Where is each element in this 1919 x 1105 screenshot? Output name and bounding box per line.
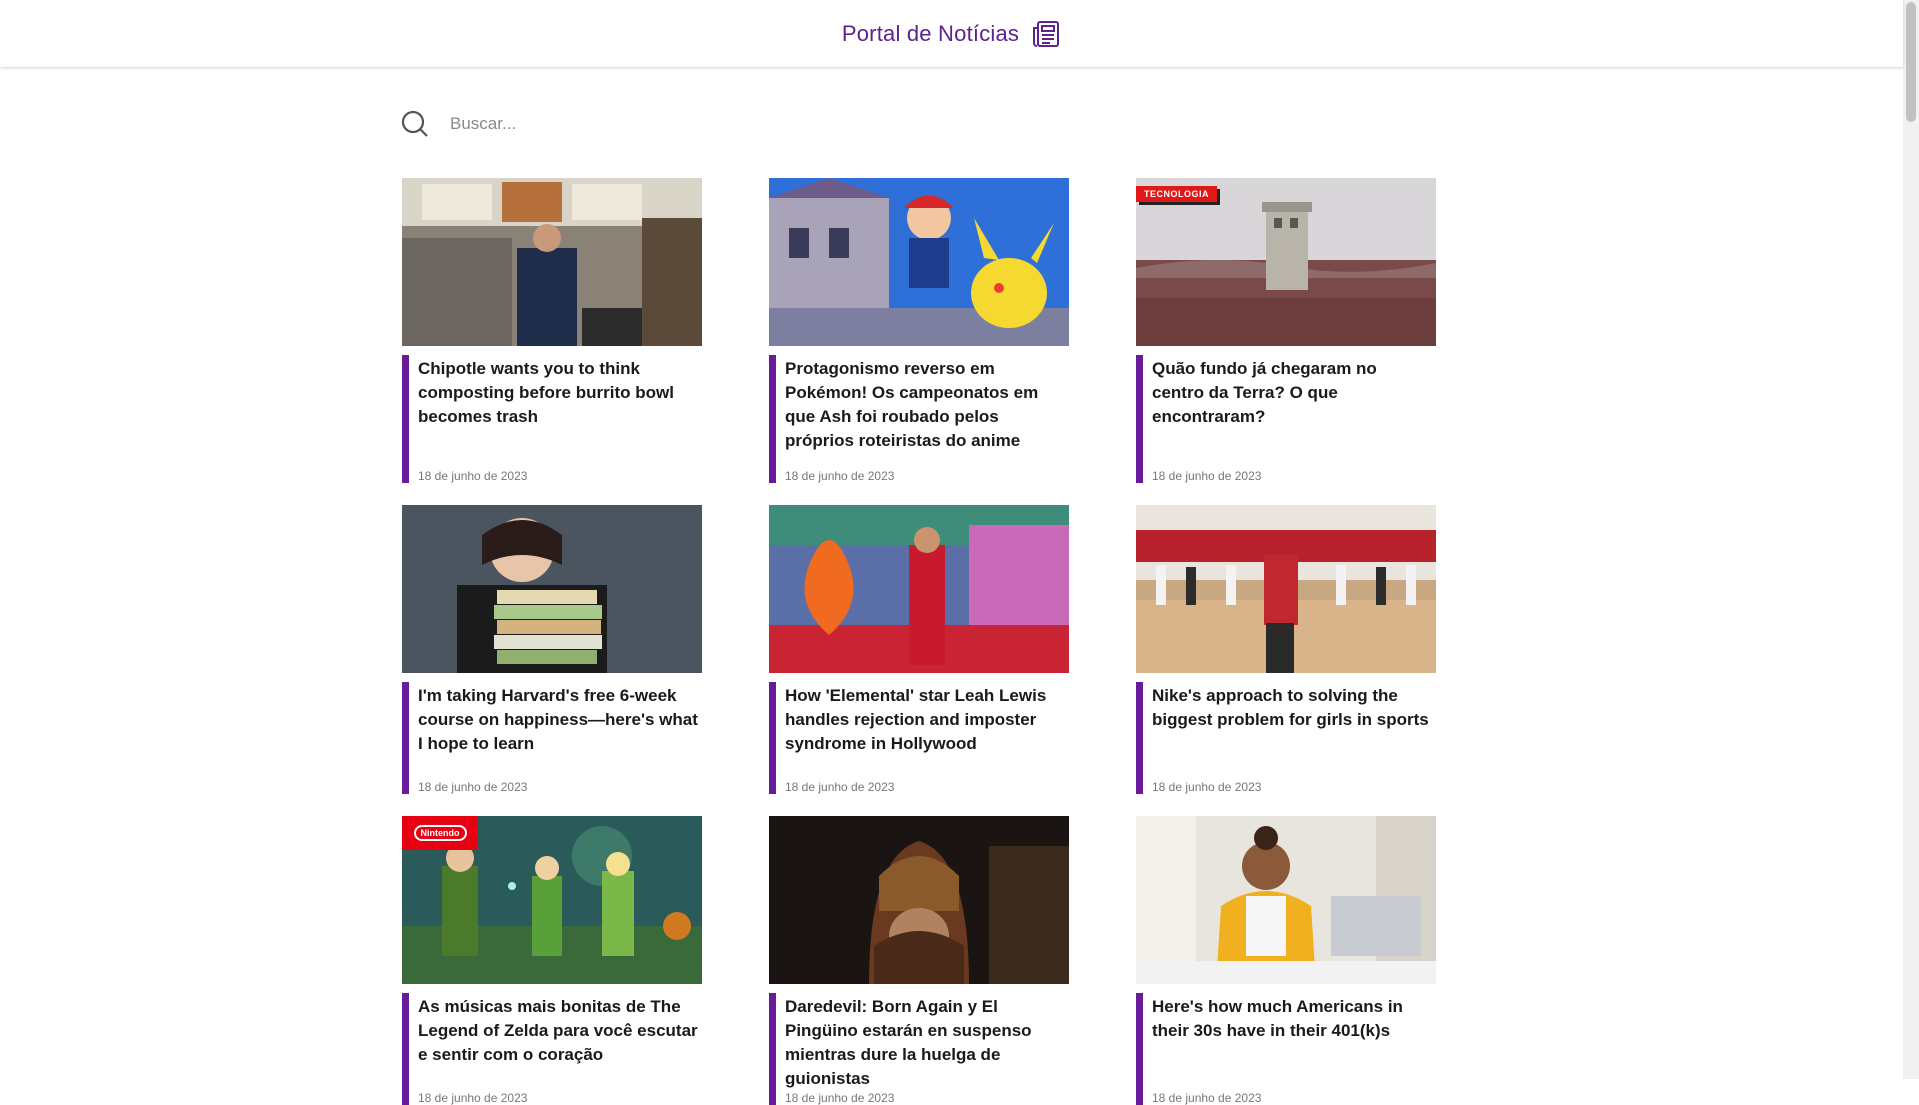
news-date: 18 de junho de 2023 bbox=[785, 1091, 895, 1105]
student-laptop-photo bbox=[1136, 816, 1436, 984]
news-thumbnail[interactable]: Nintendo bbox=[402, 816, 702, 984]
news-thumbnail[interactable] bbox=[769, 816, 1069, 984]
category-badge: TECNOLOGIA bbox=[1136, 186, 1217, 202]
news-grid: Chipotle wants you to think composting b… bbox=[402, 178, 1436, 1105]
news-title[interactable]: Here's how much Americans in their 30s h… bbox=[1152, 995, 1432, 1043]
news-title[interactable]: Chipotle wants you to think composting b… bbox=[418, 357, 698, 429]
news-card-body: Daredevil: Born Again y El Pingüino esta… bbox=[769, 993, 1069, 1105]
news-card-body: Quão fundo já chegaram no centro da Terr… bbox=[1136, 355, 1436, 483]
news-card-body: Nike's approach to solving the biggest p… bbox=[1136, 682, 1436, 794]
news-date: 18 de junho de 2023 bbox=[418, 780, 528, 794]
news-card-body: Here's how much Americans in their 30s h… bbox=[1136, 993, 1436, 1105]
news-date: 18 de junho de 2023 bbox=[418, 469, 528, 483]
news-card[interactable]: TECNOLOGIA Quão fundo já chegaram no cen… bbox=[1136, 178, 1436, 505]
site-header: Portal de Notícias bbox=[0, 0, 1903, 67]
search-icon[interactable] bbox=[400, 109, 430, 139]
news-thumbnail[interactable] bbox=[1136, 505, 1436, 673]
news-title[interactable]: Protagonismo reverso em Pokémon! Os camp… bbox=[785, 357, 1065, 453]
search-input[interactable] bbox=[448, 113, 872, 135]
page-scrollbar[interactable] bbox=[1903, 0, 1919, 1079]
drill-site-photo bbox=[1136, 178, 1436, 346]
news-title[interactable]: I'm taking Harvard's free 6-week course … bbox=[418, 684, 698, 756]
news-card-body: I'm taking Harvard's free 6-week course … bbox=[402, 682, 702, 794]
newspaper-icon bbox=[1033, 20, 1060, 47]
news-date: 18 de junho de 2023 bbox=[418, 1091, 528, 1105]
news-date: 18 de junho de 2023 bbox=[1152, 469, 1262, 483]
news-card[interactable]: Nike's approach to solving the biggest p… bbox=[1136, 505, 1436, 816]
site-title[interactable]: Portal de Notícias bbox=[842, 21, 1019, 47]
news-thumbnail[interactable] bbox=[769, 178, 1069, 346]
news-thumbnail[interactable] bbox=[769, 505, 1069, 673]
chipotle-photo bbox=[402, 178, 702, 346]
news-thumbnail[interactable] bbox=[402, 178, 702, 346]
news-title[interactable]: Nike's approach to solving the biggest p… bbox=[1152, 684, 1432, 732]
news-title[interactable]: Daredevil: Born Again y El Pingüino esta… bbox=[785, 995, 1065, 1091]
news-date: 18 de junho de 2023 bbox=[785, 780, 895, 794]
news-card[interactable]: Chipotle wants you to think composting b… bbox=[402, 178, 702, 505]
pokemon-photo bbox=[769, 178, 1069, 346]
news-thumbnail[interactable] bbox=[1136, 816, 1436, 984]
news-date: 18 de junho de 2023 bbox=[1152, 1091, 1262, 1105]
news-date: 18 de junho de 2023 bbox=[1152, 780, 1262, 794]
news-thumbnail[interactable]: TECNOLOGIA bbox=[1136, 178, 1436, 346]
news-card-body: How 'Elemental' star Leah Lewis handles … bbox=[769, 682, 1069, 794]
daredevil-photo bbox=[769, 816, 1069, 984]
news-thumbnail[interactable] bbox=[402, 505, 702, 673]
site-brand[interactable]: Portal de Notícias bbox=[842, 19, 1061, 49]
news-date: 18 de junho de 2023 bbox=[785, 469, 895, 483]
news-card[interactable]: Daredevil: Born Again y El Pingüino esta… bbox=[769, 816, 1069, 1105]
nintendo-badge-label: Nintendo bbox=[413, 825, 467, 841]
gym-photo bbox=[1136, 505, 1436, 673]
search-bar bbox=[400, 104, 900, 144]
news-card[interactable]: How 'Elemental' star Leah Lewis handles … bbox=[769, 505, 1069, 816]
elemental-premiere-photo bbox=[769, 505, 1069, 673]
news-card[interactable]: Here's how much Americans in their 30s h… bbox=[1136, 816, 1436, 1105]
news-card[interactable]: Protagonismo reverso em Pokémon! Os camp… bbox=[769, 178, 1069, 505]
news-card-body: Protagonismo reverso em Pokémon! Os camp… bbox=[769, 355, 1069, 483]
news-card-body: As músicas mais bonitas de The Legend of… bbox=[402, 993, 702, 1105]
news-card[interactable]: Nintendo As músicas mais bonitas de The … bbox=[402, 816, 702, 1105]
nintendo-badge: Nintendo bbox=[402, 816, 478, 850]
news-title[interactable]: How 'Elemental' star Leah Lewis handles … bbox=[785, 684, 1065, 756]
news-card[interactable]: I'm taking Harvard's free 6-week course … bbox=[402, 505, 702, 816]
books-woman-photo bbox=[402, 505, 702, 673]
scrollbar-thumb[interactable] bbox=[1906, 2, 1916, 122]
news-title[interactable]: Quão fundo já chegaram no centro da Terr… bbox=[1152, 357, 1432, 429]
news-card-body: Chipotle wants you to think composting b… bbox=[402, 355, 702, 483]
news-title[interactable]: As músicas mais bonitas de The Legend of… bbox=[418, 995, 698, 1067]
